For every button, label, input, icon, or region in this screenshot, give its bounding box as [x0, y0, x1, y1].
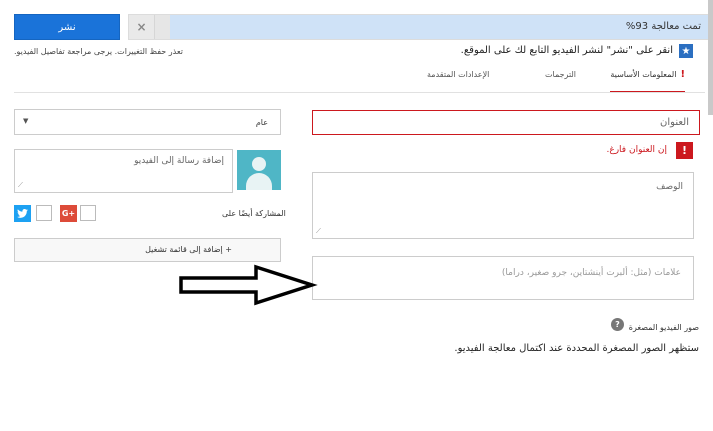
privacy-select[interactable]: ▼ عام [14, 109, 281, 135]
help-icon[interactable]: ? [611, 318, 624, 331]
tab-advanced-settings[interactable]: الإعدادات المتقدمة [427, 70, 489, 93]
playlist-label: + إضافة إلى قائمة تشغيل [145, 245, 232, 254]
publish-button[interactable]: نشر [14, 14, 120, 40]
title-placeholder: العنوان [660, 117, 689, 128]
title-error-message: إن العنوان فارغ. [606, 145, 667, 155]
publish-hint: انقر على "نشر" لنشر الفيديو التابع لك عل… [460, 45, 673, 56]
avatar-head [252, 157, 266, 171]
tab-label: الترجمات [545, 70, 577, 79]
add-to-playlist-button[interactable]: + إضافة إلى قائمة تشغيل [14, 238, 281, 262]
video-message-input[interactable]: إضافة رسالة إلى الفيديو ⟋ [14, 149, 233, 193]
twitter-checkbox[interactable] [36, 205, 52, 221]
tags-placeholder: علامات (مثل: ألبرت أينشتاين، جرو صغير، د… [501, 268, 681, 278]
alert-icon: ! [680, 69, 685, 80]
thumbnails-note: ستظهر الصور المصغرة المحددة عند اكتمال م… [454, 343, 699, 354]
message-placeholder: إضافة رسالة إلى الفيديو [134, 156, 224, 166]
description-input[interactable]: الوصف ⟋ [312, 172, 694, 239]
gplus-icon: G+ [60, 205, 77, 222]
resize-grip-icon[interactable]: ⟋ [18, 181, 26, 189]
description-placeholder: الوصف [656, 182, 683, 192]
share-label: المشاركة أيضًا على [222, 209, 286, 218]
error-icon: ! [676, 142, 693, 159]
save-error-message: تعذر حفظ التغييرات. يرجى مراجعة تفاصيل ا… [14, 47, 183, 56]
resize-grip-icon[interactable]: ⟋ [316, 227, 324, 235]
avatar-body [246, 173, 272, 190]
progress-text: تمت معالجة 93% [625, 21, 701, 32]
annotation-arrow-icon [179, 264, 318, 306]
star-icon: ★ [679, 44, 693, 58]
tab-translations[interactable]: الترجمات [545, 70, 576, 93]
tabs-divider [14, 92, 705, 93]
thumbnails-title: صور الفيديو المصغرة [628, 323, 699, 332]
tags-input[interactable]: علامات (مثل: ألبرت أينشتاين، جرو صغير، د… [312, 256, 694, 300]
privacy-value: عام [255, 118, 268, 127]
tab-label: الإعدادات المتقدمة [427, 70, 490, 79]
cancel-upload-icon[interactable]: × [129, 15, 155, 39]
chevron-down-icon: ▼ [23, 117, 29, 125]
title-input[interactable]: العنوان [312, 110, 700, 135]
tab-label: المعلومات الأساسية [610, 70, 677, 79]
gplus-checkbox[interactable] [80, 205, 96, 221]
avatar [237, 150, 281, 190]
tab-basic-info[interactable]: ! المعلومات الأساسية [610, 70, 685, 93]
scrollbar[interactable] [708, 0, 713, 115]
upload-progress-bar: × تمت معالجة 93% [128, 14, 710, 40]
twitter-icon [14, 205, 31, 222]
